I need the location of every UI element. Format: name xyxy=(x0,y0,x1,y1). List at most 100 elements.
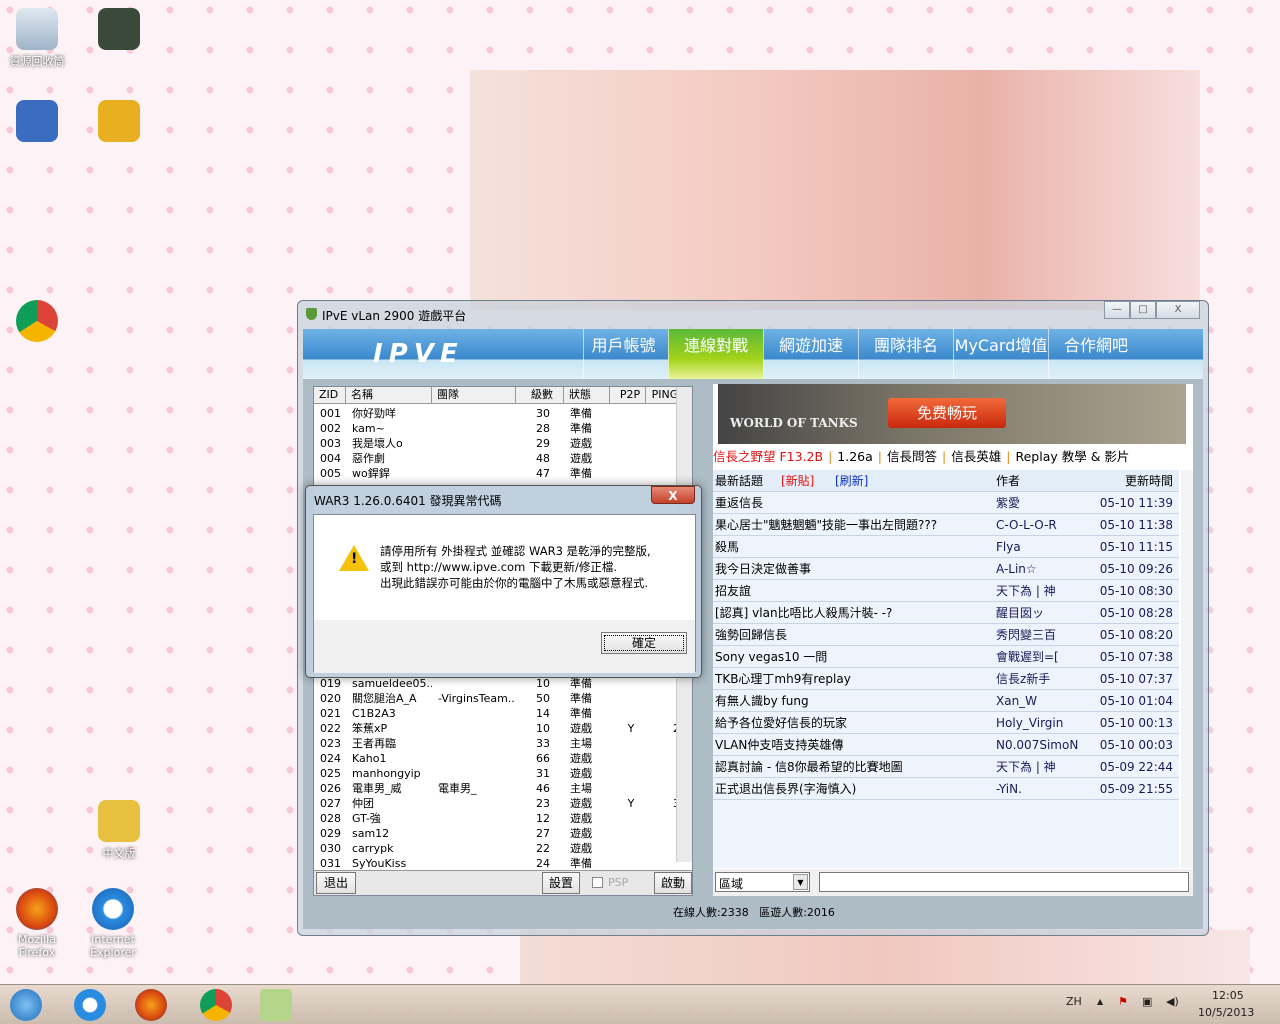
nav-online-battle[interactable]: 連線對戰 xyxy=(668,329,763,379)
topic-title[interactable]: [認真] vlan比唔比人殺馬汁裝- -? xyxy=(715,602,892,624)
chrome-taskbar-icon[interactable] xyxy=(200,989,232,1021)
topic-title[interactable]: 殺馬 xyxy=(715,536,739,558)
nav-team-ranking[interactable]: 團隊排名 xyxy=(858,329,953,379)
player-row[interactable]: 030 carrypk 22 遊戲 xyxy=(314,841,686,856)
desktop-icon-chinese[interactable]: 中文版 xyxy=(84,800,154,861)
topic-row[interactable]: 殺馬 Flya 05-10 11:15 xyxy=(713,536,1179,558)
network-icon[interactable]: ▣ xyxy=(1142,995,1152,1008)
refresh-link[interactable]: [刷新] xyxy=(835,470,868,492)
player-row[interactable]: 020 關您腿治A_A -VirginsTeam... 50 準備 xyxy=(314,691,686,706)
region-select[interactable]: 區域 ▼ xyxy=(715,872,810,892)
link-126a[interactable]: 1.26a xyxy=(837,449,873,464)
topic-row[interactable]: 有無人識by fung Xan_W 05-10 01:04 xyxy=(713,690,1179,712)
desktop-icon-recycle-bin[interactable]: 資源回收筒 xyxy=(2,8,72,69)
link-replay[interactable]: Replay 教學 & 影片 xyxy=(1015,449,1129,464)
topic-title[interactable]: 強勢回歸信長 xyxy=(715,624,787,646)
language-indicator[interactable]: ZH xyxy=(1066,995,1082,1008)
ok-button[interactable]: 確定 xyxy=(601,632,687,654)
topic-row[interactable]: 認真討論 - 信8你最希望的比賽地圖 天下為 | 神 05-09 22:44 xyxy=(713,756,1179,778)
topic-title[interactable]: 認真討論 - 信8你最希望的比賽地圖 xyxy=(715,756,903,778)
topic-title[interactable]: 招友誼 xyxy=(715,580,751,602)
topic-title[interactable]: 給予各位愛好信長的玩家 xyxy=(715,712,847,734)
col-level[interactable]: 級數 xyxy=(516,387,564,403)
player-row[interactable]: 021 C1B2A3 14 準備 xyxy=(314,706,686,721)
topic-row[interactable]: 我今日決定做善事 A-Lin☆ 05-10 09:26 xyxy=(713,558,1179,580)
topic-row[interactable]: Sony vegas10 一問 會戰遲到=[05-10 07:38 xyxy=(713,646,1179,668)
ad-banner[interactable]: WORLD OF TANKS 免费畅玩 xyxy=(718,384,1186,444)
link-nobunaga[interactable]: 信長之野望 F13.2B xyxy=(713,449,823,464)
player-row[interactable]: 022笨蕉xP10遊戲Y2 xyxy=(314,721,686,736)
desktop-icon-chrome[interactable] xyxy=(2,300,72,345)
topic-row[interactable]: 招友誼 天下為 | 神 05-10 08:30 xyxy=(713,580,1179,602)
player-row[interactable]: 025 manhongyip 31 遊戲 xyxy=(314,766,686,781)
firefox-taskbar-icon[interactable] xyxy=(135,989,167,1021)
player-row[interactable]: 005 wo銲銲 47 準備 xyxy=(314,466,686,481)
topic-row[interactable]: VLAN仲支唔支持英雄傳 N0.007SimoN 05-10 00:03 xyxy=(713,734,1179,756)
title-bar[interactable]: IPvE vLan 2900 遊戲平台 — □ X xyxy=(298,301,1208,327)
volume-icon[interactable]: ◀) xyxy=(1166,995,1179,1008)
player-row[interactable]: 026 電車男_威 電車男_ 46 主場 xyxy=(314,781,686,796)
link-heroes[interactable]: 信長英雄 xyxy=(951,449,1001,464)
col-zid[interactable]: ZID xyxy=(314,387,346,403)
player-row[interactable]: 027仲团23遊戲Y3 xyxy=(314,796,686,811)
topic-title[interactable]: 正式退出信長界(字海慎入) xyxy=(715,778,856,800)
player-row[interactable]: 029 sam12 27 遊戲 xyxy=(314,826,686,841)
topic-title[interactable]: 果心居士"魑魅魍魎"技能一事出左問題??? xyxy=(715,514,937,536)
settings-button[interactable]: 設置 xyxy=(542,872,580,894)
topic-row[interactable]: TKB心理丁mh9有replay 信長z新手 05-10 07:37 xyxy=(713,668,1179,690)
nav-user-account[interactable]: 用戶帳號 xyxy=(583,329,663,379)
nav-partner-cafe[interactable]: 合作網吧 xyxy=(1048,329,1143,379)
topic-title[interactable]: 有無人識by fung xyxy=(715,690,809,712)
exit-button[interactable]: 退出 xyxy=(316,872,356,894)
psp-checkbox[interactable] xyxy=(592,877,603,888)
show-hidden-icons[interactable]: ▲ xyxy=(1097,997,1103,1006)
minimize-button[interactable]: — xyxy=(1104,301,1130,319)
close-button[interactable]: X xyxy=(1156,301,1200,319)
nav-mycard[interactable]: MyCard增值 xyxy=(953,329,1048,379)
ie-taskbar-icon[interactable] xyxy=(74,989,106,1021)
topic-title[interactable]: 我今日決定做善事 xyxy=(715,558,811,580)
action-center-icon[interactable]: ⚑ xyxy=(1118,995,1128,1008)
player-row[interactable]: 023 王者再臨 33 主場 xyxy=(314,736,686,751)
topic-row[interactable]: 重返信長 紫愛 05-10 11:39 xyxy=(713,492,1179,514)
player-row[interactable]: 004 惡作劇 48 遊戲 xyxy=(314,451,686,466)
new-post-link[interactable]: [新貼] xyxy=(781,470,814,492)
topics-scrollbar[interactable] xyxy=(1181,470,1193,868)
maximize-button[interactable]: □ xyxy=(1130,301,1156,319)
link-qa[interactable]: 信長問答 xyxy=(887,449,937,464)
desktop-icon-firefox[interactable]: Mozilla Firefox xyxy=(2,888,72,959)
col-name[interactable]: 名稱 xyxy=(346,387,432,403)
dialog-close-button[interactable]: X xyxy=(651,486,695,504)
player-row[interactable]: 002 kam~ 28 準備 xyxy=(314,421,686,436)
player-row[interactable]: 019 samueldee05... 10 準備 xyxy=(314,676,686,691)
player-row[interactable]: 003 我是壞人o 29 遊戲 xyxy=(314,436,686,451)
nav-game-accelerate[interactable]: 網遊加速 xyxy=(763,329,858,379)
chevron-down-icon[interactable]: ▼ xyxy=(793,874,808,890)
topic-title[interactable]: Sony vegas10 一問 xyxy=(715,646,827,668)
desktop-icon[interactable] xyxy=(84,8,154,53)
free-play-button[interactable]: 免费畅玩 xyxy=(888,398,1006,428)
topic-row[interactable]: 給予各位愛好信長的玩家 Holy_Virgin 05-10 00:13 xyxy=(713,712,1179,734)
topic-row[interactable]: 強勢回歸信長 秀閃變三百 05-10 08:20 xyxy=(713,624,1179,646)
topic-title[interactable]: TKB心理丁mh9有replay xyxy=(715,668,851,690)
player-row[interactable]: 024 Kaho1 66 遊戲 xyxy=(314,751,686,766)
clock-date[interactable]: 10/5/2013 xyxy=(1198,1006,1254,1019)
topic-title[interactable]: 重返信長 xyxy=(715,492,763,514)
player-row[interactable]: 001 你好勁咩 30 準備 xyxy=(314,406,686,421)
start-button[interactable] xyxy=(10,989,42,1021)
topic-title[interactable]: VLAN仲支唔支持英雄傳 xyxy=(715,734,843,756)
topic-row[interactable]: [認真] vlan比唔比人殺馬汁裝- -? 醒目囡ッ 05-10 08:28 xyxy=(713,602,1179,624)
desktop-icon-ie[interactable]: Internet Explorer xyxy=(78,888,148,959)
clock-time[interactable]: 12:05 xyxy=(1212,989,1244,1002)
topic-row[interactable]: 果心居士"魑魅魍魎"技能一事出左問題??? C-O-L-O-R 05-10 11:3… xyxy=(713,514,1179,536)
desktop-icon[interactable] xyxy=(2,100,72,145)
start-button[interactable]: 啟動 xyxy=(654,872,692,894)
search-input[interactable] xyxy=(819,872,1189,892)
topic-row[interactable]: 正式退出信長界(字海慎入) -YiN. 05-09 21:55 xyxy=(713,778,1179,800)
player-row[interactable]: 031 SyYouKiss 24 準備 xyxy=(314,856,686,871)
player-row[interactable]: 028 GT-強 12 遊戲 xyxy=(314,811,686,826)
ipve-taskbar-icon[interactable] xyxy=(260,989,292,1021)
col-p2p[interactable]: P2P xyxy=(610,387,646,403)
col-team[interactable]: 團隊 xyxy=(432,387,516,403)
desktop-icon[interactable] xyxy=(84,100,154,145)
